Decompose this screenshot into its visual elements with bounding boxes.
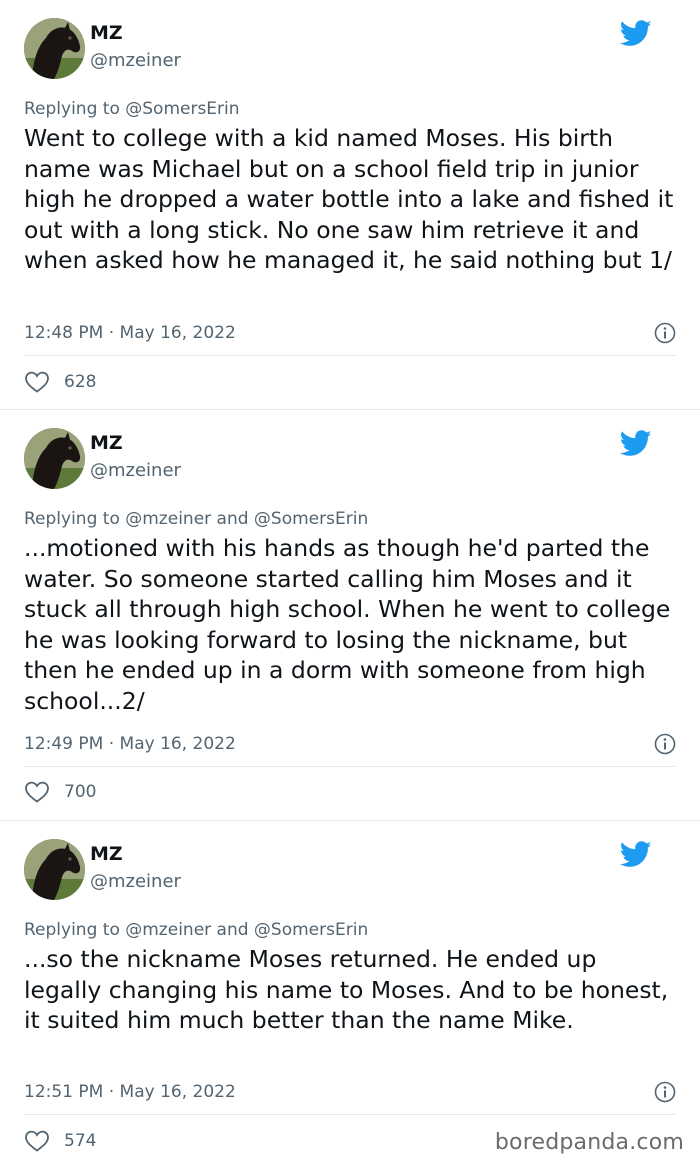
like-action[interactable]: 628 [24, 358, 96, 406]
user-handle[interactable]: @mzeiner [90, 460, 181, 481]
info-icon[interactable] [654, 322, 676, 344]
like-count: 574 [64, 1131, 97, 1151]
replying-label: Replying to [24, 920, 120, 940]
user-handle[interactable]: @mzeiner [90, 871, 181, 892]
tweet-meta: 12:48 PM · May 16, 2022 [24, 315, 676, 356]
timestamp[interactable]: 12:51 PM · May 16, 2022 [24, 1082, 236, 1102]
avatar[interactable] [24, 428, 85, 489]
timestamp[interactable]: 12:49 PM · May 16, 2022 [24, 734, 236, 754]
replying-label: Replying to [24, 99, 120, 119]
tweet-header: MZ @mzeiner [24, 821, 676, 919]
reply-mention[interactable]: @mzeiner and @SomersErin [125, 920, 368, 940]
reply-mention[interactable]: @mzeiner and @SomersErin [125, 509, 368, 529]
user-handle[interactable]: @mzeiner [90, 50, 181, 71]
info-icon[interactable] [654, 1081, 676, 1103]
display-name[interactable]: MZ [90, 843, 123, 865]
heart-icon[interactable] [24, 370, 50, 394]
like-action[interactable]: 574 [24, 1117, 96, 1165]
reply-mention[interactable]: @SomersErin [125, 99, 239, 119]
twitter-bird-icon[interactable] [620, 20, 652, 47]
like-action[interactable]: 700 [24, 768, 96, 816]
tweet-feed: MZ @mzeiner Replying to @SomersErin Went… [0, 0, 700, 1169]
replying-to: Replying to @mzeiner and @SomersErin [24, 919, 676, 941]
tweet-card[interactable]: MZ @mzeiner Replying to @SomersErin Went… [0, 0, 700, 410]
heart-icon[interactable] [24, 780, 50, 804]
tweet-text: ...so the nickname Moses returned. He en… [24, 945, 669, 1035]
tweet-text: Went to college with a kid named Moses. … [24, 124, 674, 275]
tweet-meta: 12:51 PM · May 16, 2022 [24, 1074, 676, 1115]
tweet-header: MZ @mzeiner [24, 410, 676, 508]
heart-icon[interactable] [24, 1129, 50, 1153]
display-name[interactable]: MZ [90, 432, 123, 454]
replying-to: Replying to @mzeiner and @SomersErin [24, 508, 676, 530]
watermark: boredpanda.com [494, 1130, 684, 1155]
like-count: 628 [64, 372, 97, 392]
avatar[interactable] [24, 18, 85, 79]
tweet-card[interactable]: MZ @mzeiner Replying to @mzeiner and @So… [0, 410, 700, 821]
tweet-header: MZ @mzeiner [24, 0, 676, 98]
tweet-text: ...motioned with his hands as though he'… [24, 534, 671, 715]
tweet-card[interactable]: MZ @mzeiner Replying to @mzeiner and @So… [0, 821, 700, 1169]
tweet-meta: 12:49 PM · May 16, 2022 [24, 726, 676, 767]
info-icon[interactable] [654, 733, 676, 755]
display-name[interactable]: MZ [90, 22, 123, 44]
twitter-bird-icon[interactable] [620, 430, 652, 457]
replying-to: Replying to @SomersErin [24, 98, 676, 120]
replying-label: Replying to [24, 509, 120, 529]
avatar[interactable] [24, 839, 85, 900]
like-count: 700 [64, 782, 97, 802]
timestamp[interactable]: 12:48 PM · May 16, 2022 [24, 323, 236, 343]
twitter-bird-icon[interactable] [620, 841, 652, 868]
